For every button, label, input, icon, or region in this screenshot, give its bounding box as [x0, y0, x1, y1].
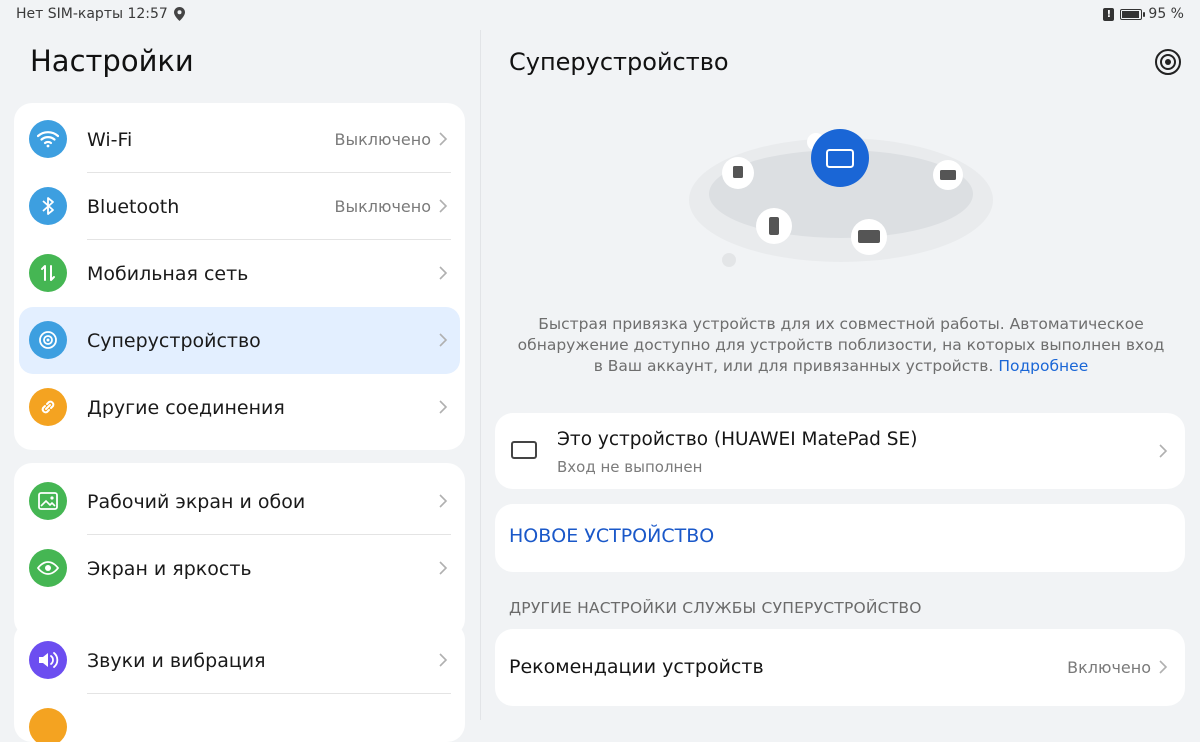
- other-settings-header: ДРУГИЕ НАСТРОЙКИ СЛУЖБЫ СУПЕРУСТРОЙСТВО: [509, 599, 922, 617]
- settings-item-superdevice[interactable]: Суперустройство: [19, 307, 460, 374]
- chevron-right-icon: [439, 266, 448, 280]
- superdevice-detail-pane: Суперустройство Быстрая привязка устройс…: [481, 30, 1200, 720]
- eye-icon: [29, 549, 67, 587]
- settings-item-bluetooth[interactable]: Bluetooth Выключено: [14, 173, 465, 240]
- recommendations-label: Рекомендации устройств: [509, 656, 764, 678]
- chevron-right-icon: [439, 494, 448, 508]
- settings-item-value: Выключено: [334, 130, 431, 149]
- settings-group-sound: Звуки и вибрация: [14, 622, 465, 742]
- settings-item-sounds-vibration[interactable]: Звуки и вибрация: [14, 627, 465, 694]
- learn-more-link[interactable]: Подробнее: [998, 357, 1088, 375]
- chevron-right-icon: [439, 132, 448, 146]
- notification-icon: [29, 708, 67, 742]
- device-recommendations-row[interactable]: Рекомендации устройств Включено: [495, 629, 1185, 706]
- settings-item-value: Выключено: [334, 197, 431, 216]
- link-icon: [29, 388, 67, 426]
- settings-item-label: Рабочий экран и обои: [87, 490, 306, 513]
- mobile-network-icon: [29, 254, 67, 292]
- status-right: ! 95 %: [1103, 6, 1184, 22]
- tablet-icon: [511, 441, 537, 459]
- settings-item-wifi[interactable]: Wi-Fi Выключено: [14, 106, 465, 173]
- status-bar: Нет SIM-карты 12:57 ! 95 %: [0, 0, 1200, 30]
- radar-target-icon[interactable]: [1154, 48, 1182, 76]
- settings-item-label: Суперустройство: [87, 329, 261, 352]
- chevron-right-icon: [439, 333, 448, 347]
- recommendations-value: Включено: [1067, 658, 1151, 677]
- settings-item-label: Bluetooth: [87, 195, 180, 218]
- page-title: Настройки: [30, 44, 194, 78]
- detail-title: Суперустройство: [509, 48, 729, 76]
- this-device-status: Вход не выполнен: [557, 458, 703, 476]
- battery-alert-icon: !: [1103, 7, 1115, 21]
- settings-item-display-brightness[interactable]: Экран и яркость: [14, 535, 465, 602]
- settings-item-home-screen-wallpaper[interactable]: Рабочий экран и обои: [14, 468, 465, 535]
- settings-item-mobile-network[interactable]: Мобильная сеть: [14, 240, 465, 307]
- superdevice-description: Быстрая привязка устройств для их совмес…: [511, 314, 1171, 377]
- settings-item-label: Wi-Fi: [87, 128, 133, 151]
- battery-level-fill: [1122, 10, 1139, 18]
- chevron-right-icon: [439, 199, 448, 213]
- superdevice-illustration: [689, 129, 993, 267]
- settings-item-next-partial[interactable]: [14, 694, 465, 742]
- settings-item-label: Звуки и вибрация: [87, 649, 266, 672]
- chevron-right-icon: [439, 400, 448, 414]
- carrier-time-text: Нет SIM-карты 12:57: [16, 6, 168, 22]
- wallpaper-icon: [29, 482, 67, 520]
- settings-pane: Настройки Wi-Fi Выключено Bluetooth Выкл…: [0, 30, 480, 742]
- settings-group-display: Рабочий экран и обои Экран и яркость: [14, 463, 465, 637]
- location-pin-icon: [173, 7, 185, 21]
- wifi-icon: [29, 120, 67, 158]
- settings-item-other-connections[interactable]: Другие соединения: [14, 374, 465, 441]
- chevron-right-icon: [439, 561, 448, 575]
- chevron-right-icon: [439, 653, 448, 667]
- superdevice-icon: [29, 321, 67, 359]
- bluetooth-icon: [29, 187, 67, 225]
- settings-item-label: Другие соединения: [87, 396, 285, 419]
- chevron-right-icon: [1159, 444, 1168, 458]
- new-device-button[interactable]: НОВОЕ УСТРОЙСТВО: [509, 525, 714, 547]
- settings-group-connectivity: Wi-Fi Выключено Bluetooth Выключено Моби…: [14, 103, 465, 450]
- this-device-name: Это устройство (HUAWEI MatePad SE): [557, 429, 918, 450]
- battery-percent: 95 %: [1148, 6, 1184, 22]
- this-device-card[interactable]: Это устройство (HUAWEI MatePad SE) Вход …: [495, 413, 1185, 489]
- new-device-card: НОВОЕ УСТРОЙСТВО: [495, 504, 1185, 572]
- settings-item-label: Экран и яркость: [87, 557, 252, 580]
- settings-item-label: Мобильная сеть: [87, 262, 249, 285]
- status-left: Нет SIM-карты 12:57: [16, 6, 185, 22]
- battery-icon: [1120, 8, 1146, 20]
- chevron-right-icon: [1159, 660, 1168, 674]
- speaker-icon: [29, 641, 67, 679]
